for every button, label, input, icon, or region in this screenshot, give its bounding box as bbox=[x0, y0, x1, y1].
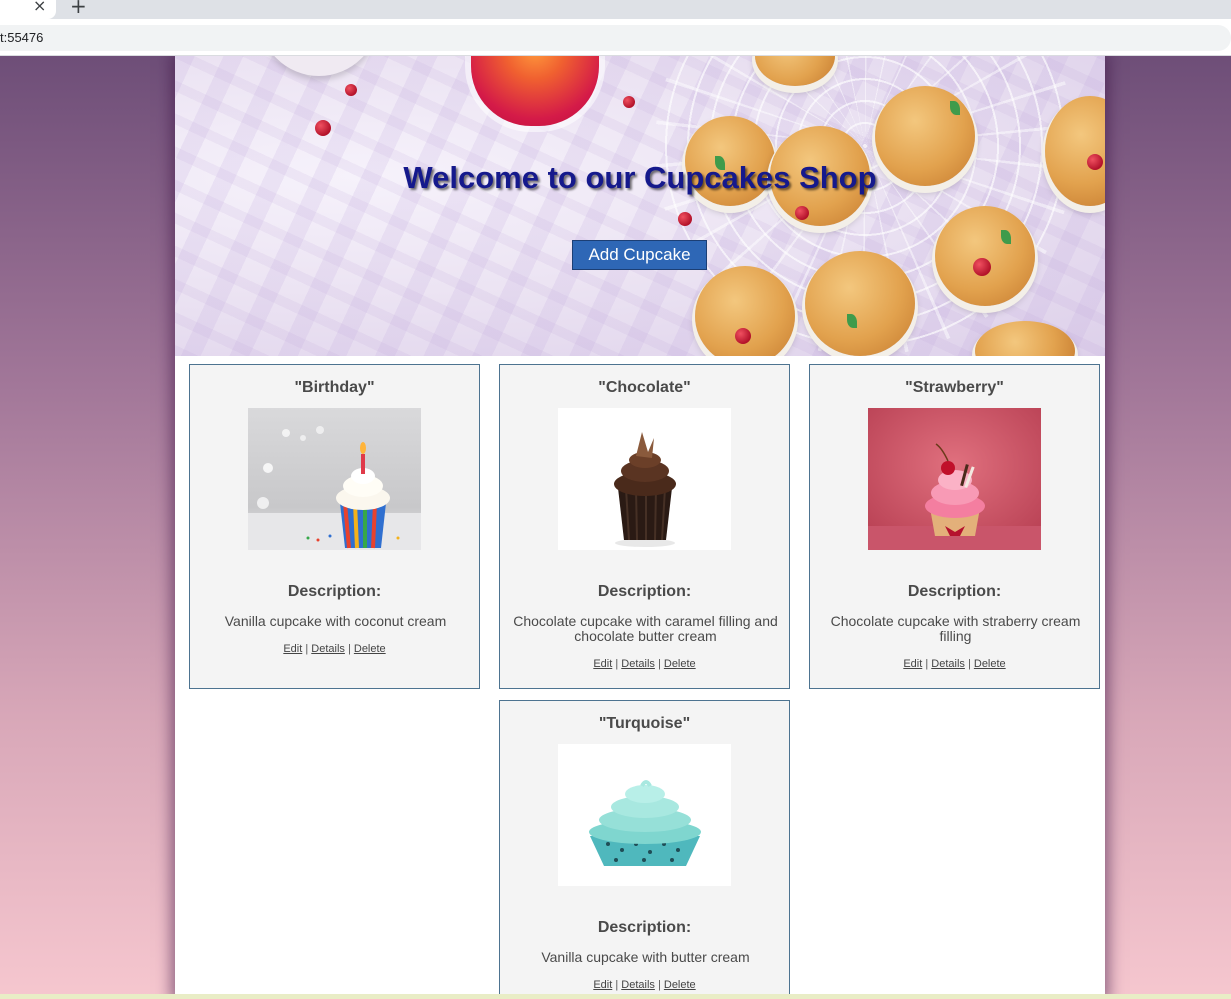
cupcake-image-chocolate bbox=[558, 408, 731, 550]
delete-link[interactable]: Delete bbox=[974, 658, 1006, 670]
page-viewport: Welcome to our Cupcakes Shop Add Cupcake… bbox=[0, 56, 1231, 999]
cranberry-icon bbox=[315, 120, 331, 136]
separator: | bbox=[615, 979, 619, 991]
cranberry-icon bbox=[735, 328, 751, 344]
browser-tabstrip: × + bbox=[0, 0, 1231, 19]
cranberry-icon bbox=[678, 212, 692, 226]
card-actions: Edit | Details | Delete bbox=[810, 658, 1099, 670]
cupcake-image-strawberry bbox=[868, 408, 1041, 550]
cupcake-image-birthday bbox=[248, 408, 421, 550]
leaf-icon bbox=[1001, 230, 1011, 244]
new-tab-icon[interactable]: + bbox=[70, 0, 87, 18]
separator: | bbox=[967, 658, 971, 670]
address-bar: t:55476 bbox=[0, 19, 1231, 56]
cranberry-icon bbox=[345, 84, 357, 96]
muffin-image bbox=[805, 251, 915, 356]
cranberry-icon bbox=[623, 96, 635, 108]
url-input[interactable]: t:55476 bbox=[0, 25, 1231, 51]
card-actions: Edit | Details | Delete bbox=[190, 643, 479, 655]
card-actions: Edit | Details | Delete bbox=[500, 979, 789, 991]
description-text: Vanilla cupcake with butter cream bbox=[541, 949, 750, 965]
description-text: Chocolate cupcake with straberry cream f… bbox=[830, 613, 1081, 644]
description-label: Description: bbox=[597, 919, 692, 936]
cupcake-card-chocolate: "Chocolate" Description: Chocolate cupca… bbox=[499, 364, 790, 689]
separator: | bbox=[657, 658, 661, 670]
details-link[interactable]: Details bbox=[311, 643, 345, 655]
edit-link[interactable]: Edit bbox=[283, 643, 302, 655]
edit-link[interactable]: Edit bbox=[593, 979, 612, 991]
edit-link[interactable]: Edit bbox=[903, 658, 922, 670]
description-label: Description: bbox=[287, 583, 382, 600]
url-text: t:55476 bbox=[0, 30, 44, 45]
description-label: Description: bbox=[907, 583, 1002, 600]
browser-tab[interactable]: × bbox=[0, 0, 56, 19]
close-icon[interactable]: × bbox=[33, 0, 46, 15]
card-title: "Birthday" bbox=[294, 379, 375, 396]
details-link[interactable]: Details bbox=[621, 979, 655, 991]
separator: | bbox=[305, 643, 309, 655]
page-title: Welcome to our Cupcakes Shop bbox=[403, 160, 877, 195]
description-label: Description: bbox=[597, 583, 692, 600]
cupcake-card-strawberry: "Strawberry" Description: Chocolate cupc… bbox=[809, 364, 1100, 689]
leaf-icon bbox=[847, 314, 857, 328]
separator: | bbox=[347, 643, 351, 655]
cupcake-image-turquoise bbox=[558, 744, 731, 886]
separator: | bbox=[657, 979, 661, 991]
delete-link[interactable]: Delete bbox=[664, 979, 696, 991]
hero-banner: Welcome to our Cupcakes Shop Add Cupcake bbox=[175, 56, 1105, 356]
card-title: "Strawberry" bbox=[905, 379, 1004, 396]
cranberry-icon bbox=[973, 258, 991, 276]
card-actions: Edit | Details | Delete bbox=[500, 658, 789, 670]
cupcake-card-birthday: "Birthday" Description: Vanilla cupcake … bbox=[189, 364, 480, 689]
separator: | bbox=[615, 658, 619, 670]
card-title: "Chocolate" bbox=[598, 379, 691, 396]
details-link[interactable]: Details bbox=[621, 658, 655, 670]
bottom-strip bbox=[0, 994, 1231, 999]
delete-link[interactable]: Delete bbox=[664, 658, 696, 670]
description-text: Chocolate cupcake with caramel filling a… bbox=[513, 613, 778, 644]
card-title: "Turquoise" bbox=[598, 715, 691, 732]
muffin-image bbox=[935, 206, 1035, 306]
add-cupcake-button[interactable]: Add Cupcake bbox=[572, 240, 707, 270]
leaf-icon bbox=[950, 101, 960, 115]
separator: | bbox=[925, 658, 929, 670]
description-text: Vanilla cupcake with coconut cream bbox=[224, 613, 447, 629]
content-container: Welcome to our Cupcakes Shop Add Cupcake… bbox=[175, 56, 1105, 999]
delete-link[interactable]: Delete bbox=[354, 643, 386, 655]
edit-link[interactable]: Edit bbox=[593, 658, 612, 670]
cupcake-card-turquoise: "Turquoise" Description: Vanilla cupcake… bbox=[499, 700, 790, 999]
cranberry-icon bbox=[795, 206, 809, 220]
details-link[interactable]: Details bbox=[931, 658, 965, 670]
